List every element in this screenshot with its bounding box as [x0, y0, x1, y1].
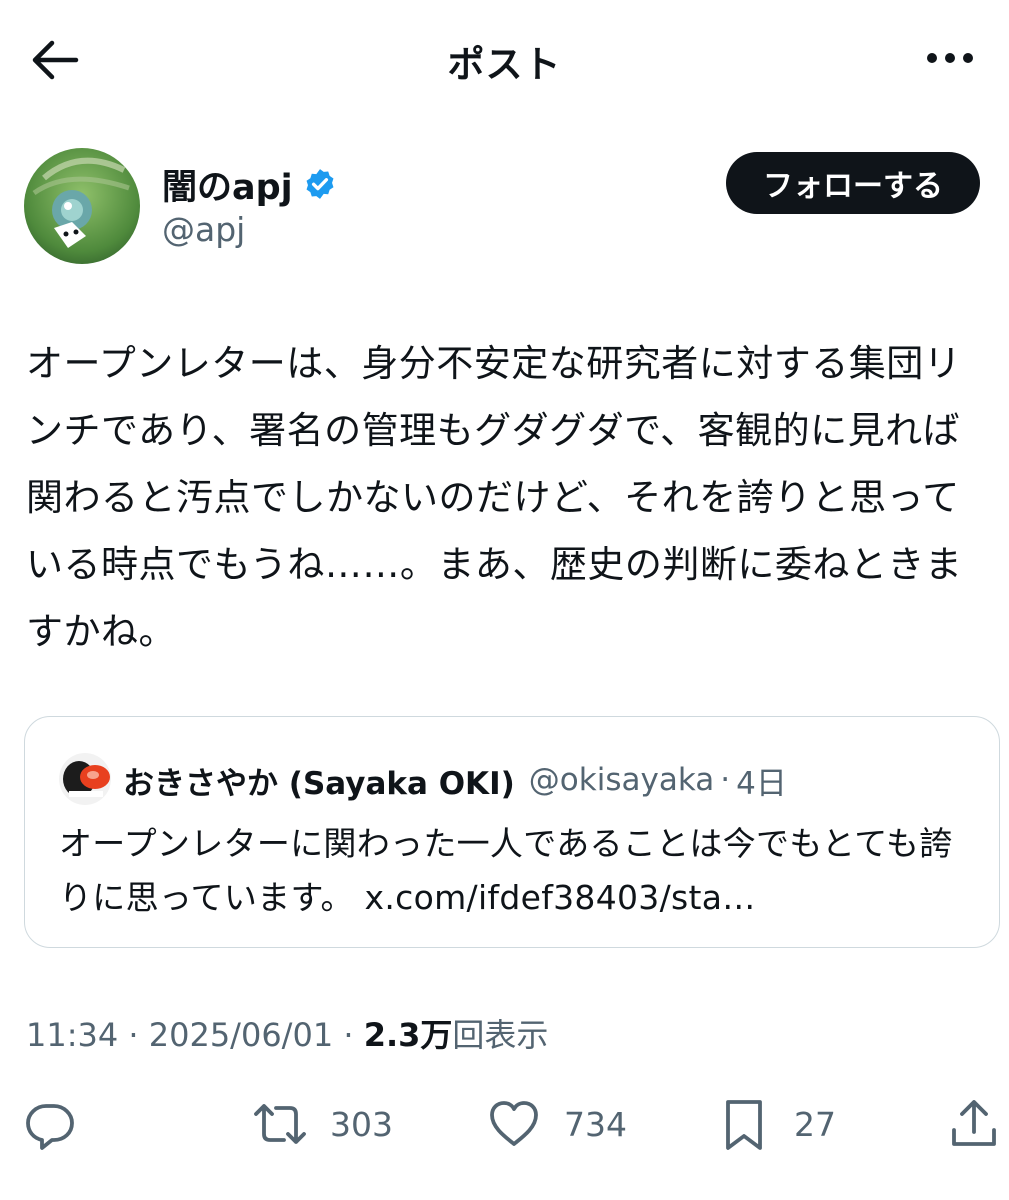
more-horizontal-icon [927, 53, 973, 63]
author-handle[interactable]: @apj [162, 210, 245, 249]
post-detail-page: ポスト 闇のapj @apj フォローする オープンレターは、身分不安定な研究者… [0, 0, 1009, 1200]
top-bar: ポスト [0, 0, 1009, 118]
meta-separator: · [128, 1016, 139, 1054]
post-text: オープンレターは、身分不安定な研究者に対する集団リンチであり、署名の管理もグダグ… [26, 342, 963, 653]
author-name-row[interactable]: 闇のapj [162, 160, 337, 208]
post-date: 2025/06/01 [148, 1016, 334, 1054]
more-button[interactable] [920, 38, 980, 78]
verified-badge-icon [306, 169, 334, 199]
quoted-post-link[interactable]: x.com/ifdef38403/sta… [365, 878, 756, 917]
page-title: ポスト [447, 43, 562, 86]
views-count[interactable]: 2.3万 [364, 1016, 453, 1054]
quoted-post-time: 4日 [736, 765, 787, 802]
bookmark-button[interactable]: 27 [716, 1094, 836, 1154]
quoted-separator: · [720, 762, 731, 798]
quoted-avatar-image [59, 753, 111, 805]
quoted-post-header: おきさやか (Sayaka OKI) @okisayaka · 4日 [123, 755, 787, 805]
like-button[interactable]: 734 [486, 1094, 627, 1154]
post-time: 11:34 [26, 1016, 119, 1054]
retweet-button[interactable]: 303 [252, 1094, 393, 1154]
retweet-count: 303 [330, 1104, 393, 1144]
meta-separator: · [343, 1016, 354, 1054]
post-meta: 11:34 · 2025/06/01 · 2.3万回表示 [26, 1010, 548, 1056]
bookmark-count: 27 [794, 1104, 836, 1144]
quoted-author-name: おきさやか (Sayaka OKI) [123, 765, 515, 802]
reply-icon [26, 1104, 74, 1150]
share-button[interactable] [946, 1094, 1002, 1154]
author-name[interactable]: 闇のapj [162, 159, 293, 210]
reply-button[interactable] [22, 1094, 78, 1154]
follow-button[interactable]: フォローする [726, 152, 980, 214]
views-label[interactable]: 回表示 [452, 1016, 548, 1054]
share-icon [952, 1100, 996, 1146]
bookmark-icon [726, 1100, 762, 1150]
quoted-author-handle: @okisayaka [528, 762, 715, 798]
heart-icon [490, 1101, 538, 1146]
quoted-post-card[interactable]: おきさやか (Sayaka OKI) @okisayaka · 4日 オープンレ… [24, 716, 1000, 948]
retweet-icon [254, 1104, 306, 1144]
avatar-image [24, 148, 140, 264]
quoted-post-text: オープンレターに関わった一人であることは今でもとても誇りに思っています。 x.c… [59, 817, 959, 925]
like-count: 734 [564, 1104, 627, 1144]
quoted-author-avatar [59, 753, 111, 805]
author-avatar[interactable] [24, 148, 140, 264]
